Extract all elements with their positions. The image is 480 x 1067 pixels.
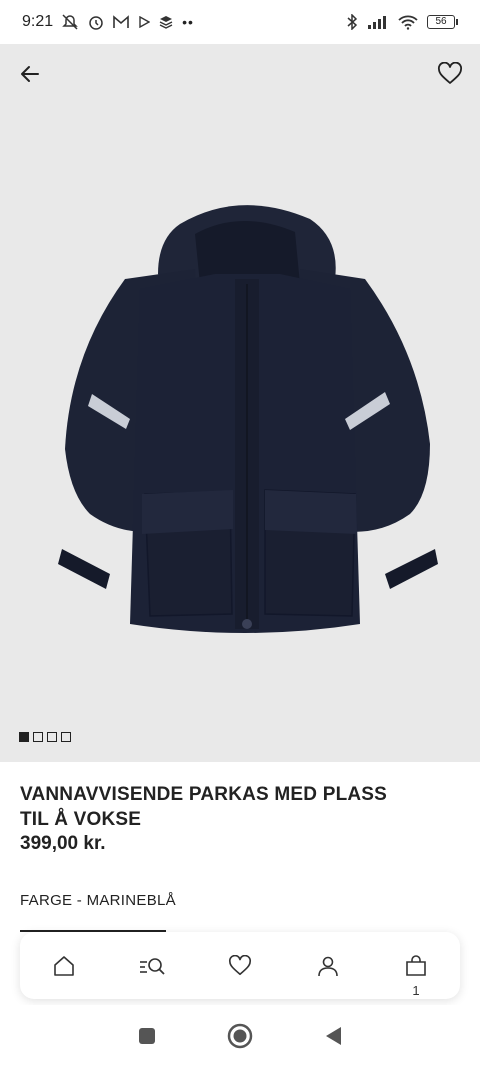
alarm-icon: [89, 16, 103, 30]
gallery-dot-2[interactable]: [33, 732, 43, 742]
bag-icon: [406, 954, 426, 976]
home-icon: [54, 955, 74, 976]
status-time: 9:21: [22, 13, 54, 30]
signal-icon: [368, 16, 386, 29]
home-system-button[interactable]: [220, 1016, 260, 1056]
favorite-button[interactable]: [434, 58, 466, 90]
nav-bag[interactable]: 1: [391, 941, 441, 998]
gallery-dot-3[interactable]: [47, 732, 57, 742]
product-title: VANNAVVISENDE PARKAS MED PLASS TIL Å VOK…: [20, 784, 388, 830]
search-menu-icon: [140, 957, 165, 975]
back-system-button[interactable]: [313, 1016, 353, 1056]
battery-level: 56: [427, 15, 455, 29]
recents-button[interactable]: [127, 1016, 167, 1056]
product-price: 399,00 kr.: [20, 833, 106, 854]
nav-account[interactable]: [303, 941, 353, 991]
gallery-dot-1[interactable]: [19, 732, 29, 742]
bluetooth-icon: [347, 14, 358, 30]
nav-favorites[interactable]: [215, 941, 265, 991]
status-right: 56: [346, 14, 458, 30]
layers-icon: [159, 16, 173, 29]
product-gallery[interactable]: [0, 44, 480, 762]
nav-search[interactable]: [127, 941, 177, 991]
square-icon: [138, 1028, 155, 1044]
bag-count: 1: [412, 982, 420, 998]
battery-icon: 56: [427, 15, 458, 29]
system-nav-bar: [0, 1005, 480, 1067]
gallery-dot-4[interactable]: [61, 732, 71, 742]
bottom-nav: 1: [20, 932, 460, 999]
status-left: 9:21 ••: [22, 13, 194, 31]
heart-icon: [438, 62, 462, 84]
gallery-dots: [19, 732, 71, 742]
more-dots-icon: ••: [182, 14, 194, 30]
circle-icon: [227, 1023, 253, 1049]
notification-icons: ••: [61, 14, 194, 30]
wifi-icon: [398, 15, 418, 30]
heart-icon: [229, 954, 251, 975]
arrow-left-icon: [21, 66, 39, 82]
product-image[interactable]: [30, 194, 450, 664]
status-bar: 9:21 •• 56: [0, 0, 480, 44]
gmail-icon: [113, 15, 129, 28]
back-button[interactable]: [14, 58, 46, 90]
color-label: FARGE - MARINEBLÅ: [20, 892, 176, 909]
account-icon: [318, 956, 338, 976]
mute-icon: [62, 14, 78, 30]
nav-home[interactable]: [39, 941, 89, 991]
play-icon: [139, 16, 151, 28]
triangle-back-icon: [326, 1027, 342, 1045]
product-info: VANNAVVISENDE PARKAS MED PLASS TIL Å VOK…: [0, 762, 480, 932]
